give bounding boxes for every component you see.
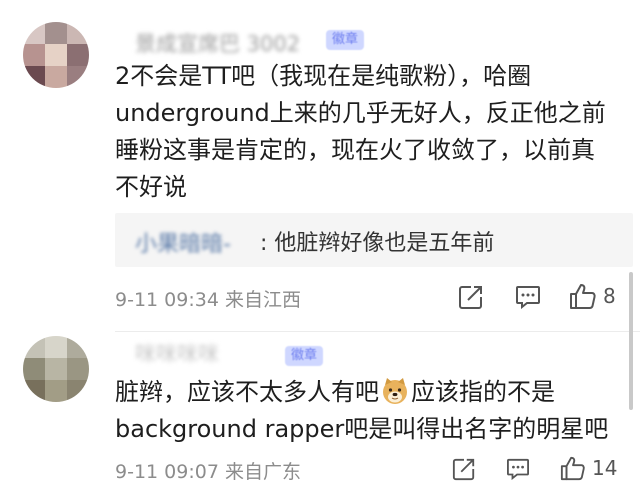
username[interactable]: 景成宣席巴 3002 (135, 28, 300, 58)
comment-line: 不好说 (115, 173, 187, 201)
comment-line: 2不会是TT吧（我现在是纯歌粉），哈圈 (115, 62, 532, 90)
doge-emoji-icon (381, 377, 409, 405)
thumbs-up-icon (570, 284, 596, 309)
share-button[interactable] (452, 457, 476, 481)
comment-button[interactable] (515, 285, 541, 309)
comment-line: underground上来的几乎无好人，反正他之前 (115, 99, 606, 127)
like-count: 8 (603, 284, 616, 308)
share-icon (459, 286, 482, 309)
avatar[interactable] (23, 336, 89, 402)
share-button[interactable] (458, 284, 484, 310)
avatar[interactable] (23, 22, 89, 88)
user-badge: 徽章 (326, 30, 365, 50)
comment-icon (516, 286, 540, 309)
like-button[interactable]: 8 (569, 282, 616, 310)
comment-icon (507, 458, 529, 480)
comment-line: background rapper吧是叫得出名字的明星吧 (115, 415, 609, 443)
comment-line: 睡粉这事是肯定的，现在火了收敛了，以前真 (115, 136, 595, 164)
comment-meta: 9-11 09:07 来自广东 (115, 461, 301, 481)
comment-button[interactable] (506, 458, 530, 480)
share-icon (452, 458, 475, 481)
reply-author[interactable]: 小果暗暗- (135, 226, 231, 258)
like-button[interactable]: 14 (560, 455, 617, 481)
scrollbar[interactable] (629, 272, 633, 410)
divider (115, 331, 640, 332)
comment-line: 脏辫，应该不太多人有吧 应该指的不是 (115, 374, 555, 411)
reply-text: : 他脏辫好像也是五年前 (260, 231, 495, 256)
reply-preview[interactable]: 小果暗暗- : 他脏辫好像也是五年前 (115, 213, 633, 267)
comment-meta: 9-11 09:34 来自江西 (115, 289, 301, 311)
thumbs-up-icon (560, 456, 585, 481)
user-badge: 徽章 (285, 346, 324, 366)
comment-text: 应该指的不是 (411, 378, 555, 406)
username[interactable]: 咪咪咪咪 (135, 338, 219, 368)
comment-text: 脏辫，应该不太多人有吧 (115, 378, 379, 406)
like-count: 14 (592, 456, 618, 480)
